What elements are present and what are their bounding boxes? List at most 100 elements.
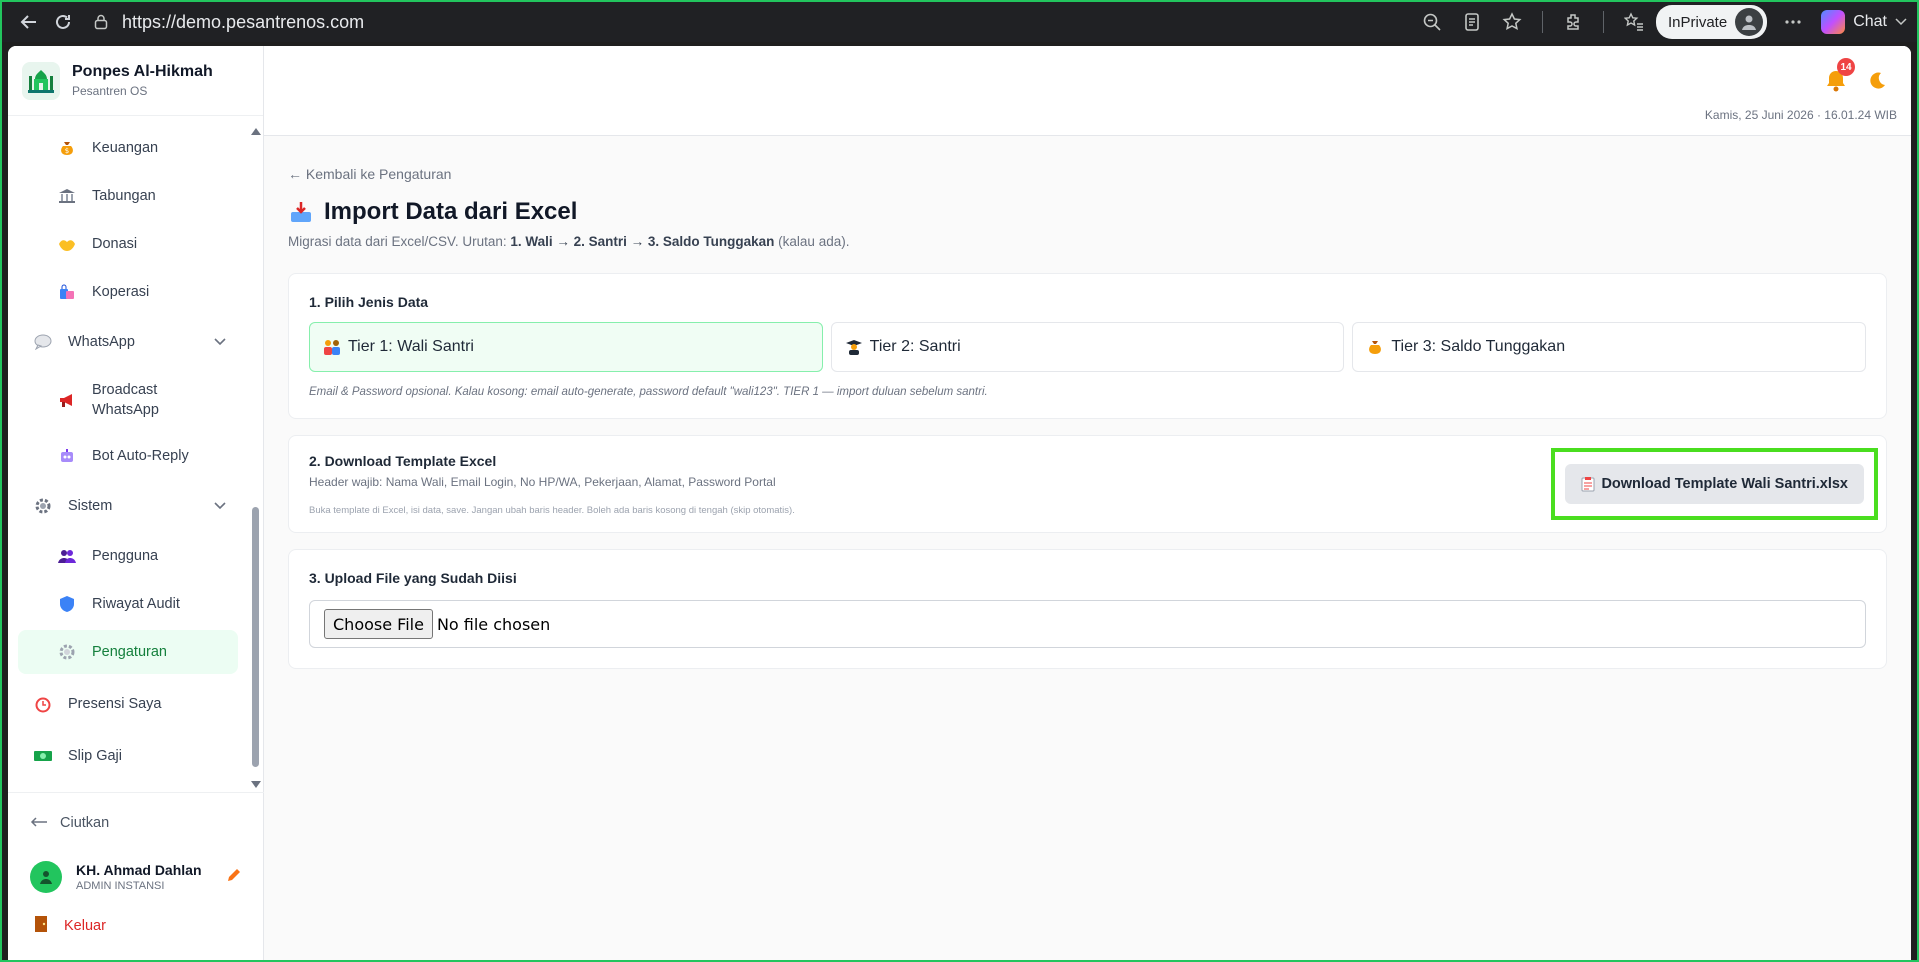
sidebar-item-label: Pengaturan [92,644,167,660]
door-icon [34,915,48,937]
step2-heading: 2. Download Template Excel [309,452,497,469]
family-icon [322,337,342,357]
tier-label: Tier 3: Saldo Tunggakan [1391,338,1566,355]
user-profile[interactable]: KH. Ahmad Dahlan ADMIN INSTANSI [8,853,264,901]
megaphone-icon [56,389,78,411]
main-content: 14 Kamis, 25 Juni 2026 · 16.01.24 WIB ← … [264,46,1911,960]
sidebar-item-label: Bot Auto-Reply [92,448,189,464]
step1-card: 1. Pilih Jenis Data Tier 1: Wali Santri … [288,273,1887,419]
user-role: ADMIN INSTANSI [76,880,165,892]
subtitle-suffix: (kalau ada). [774,234,850,249]
notification-bell-icon[interactable]: 14 [1821,58,1855,96]
sidebar-item-keuangan[interactable]: $ Keuangan [8,124,248,172]
avatar [30,861,62,893]
sidebar-group-sistem[interactable]: Sistem [8,480,248,532]
sidebar-item-koperasi[interactable]: Koperasi [8,268,248,316]
reader-icon[interactable] [1458,8,1486,36]
sidebar-item-broadcast-whatsapp[interactable]: Broadcast WhatsApp [8,368,248,432]
step2-card: 2. Download Template Excel Header wajib:… [288,435,1887,533]
back-link[interactable]: ← Kembali ke Pengaturan [288,166,1887,182]
refresh-icon[interactable] [46,5,80,39]
bank-icon [56,185,78,207]
chevron-down-icon [1895,13,1907,31]
robot-icon [56,445,78,467]
zoom-icon[interactable] [1418,8,1446,36]
tier-label: Tier 1: Wali Santri [348,338,474,355]
address-bar[interactable]: https://demo.pesantrenos.com [90,6,1418,38]
gear-icon [32,495,54,517]
scroll-down-icon[interactable] [251,781,261,788]
mosque-logo-icon [22,61,60,100]
browser-toolbar: https://demo.pesantrenos.com InPrivate C… [2,2,1917,42]
topbar: 14 Kamis, 25 Juni 2026 · 16.01.24 WIB [264,46,1911,136]
collapse-label: Ciutkan [60,815,110,831]
url-text: https://demo.pesantrenos.com [122,11,365,32]
sidebar-item-pengguna[interactable]: Pengguna [8,532,248,580]
subtitle-prefix: Migrasi data dari Excel/CSV. Urutan: [288,234,511,249]
sidebar-scrollbar[interactable] [250,124,261,792]
chevron-down-icon [214,334,226,350]
chat-label: Chat [1853,13,1887,30]
step3-card: 3. Upload File yang Sudah Diisi Choose F… [288,549,1887,669]
shield-icon [56,593,78,615]
sidebar-item-label: Riwayat Audit [92,596,180,612]
download-template-button[interactable]: Download Template Wali Santri.xlsx [1565,464,1864,504]
sidebar-item-label: Keuangan [92,140,159,156]
page-header: Import Data dari Excel [288,198,1887,226]
inprivate-badge[interactable]: InPrivate [1656,5,1768,39]
speech-bubble-icon [32,331,54,353]
subtitle-order: 1. Wali → 2. Santri → 3. Saldo Tunggakan [510,234,775,249]
sidebar-item-label: Donasi [92,236,138,252]
pencil-edit-icon[interactable] [226,867,242,888]
tier-2-option[interactable]: Tier 2: Santri [830,322,1345,372]
required-headers-text: Header wajib: Nama Wali, Email Login, No… [309,474,776,489]
sidebar-item-label: Slip Gaji [68,748,122,764]
back-arrow-icon[interactable] [12,5,46,39]
step1-note: Email & Password opsional. Kalau kosong:… [309,386,988,398]
alarm-clock-icon [32,693,54,715]
user-name: KH. Ahmad Dahlan [76,862,202,878]
brand-header[interactable]: Ponpes Al-Hikmah Pesantren OS [8,46,263,116]
choose-file-button[interactable]: Choose File [324,609,433,639]
banknote-icon [32,745,54,767]
sidebar-item-bot-auto-reply[interactable]: Bot Auto-Reply [8,432,248,480]
profile-avatar-icon [1735,8,1764,36]
step1-heading: 1. Pilih Jenis Data [309,294,429,310]
download-button-label: Download Template Wali Santri.xlsx [1601,476,1848,492]
logout-button[interactable]: Keluar [8,901,264,951]
collapse-sidebar-button[interactable]: Ciutkan [8,793,264,853]
sidebar-item-label: WhatsApp [68,334,135,350]
download-highlight: Download Template Wali Santri.xlsx [1551,448,1878,520]
sidebar-item-donasi[interactable]: Donasi [8,220,248,268]
favorites-list-icon[interactable] [1620,8,1648,36]
extensions-icon[interactable] [1559,8,1587,36]
sidebar-item-pengaturan[interactable]: Pengaturan [18,630,238,674]
favorite-star-icon[interactable] [1498,8,1526,36]
sidebar-item-tabungan[interactable]: Tabungan [8,172,248,220]
page-subtitle: Migrasi data dari Excel/CSV. Urutan: 1. … [288,234,1887,249]
tier-3-option[interactable]: Tier 3: Saldo Tunggakan [1352,322,1867,372]
copilot-chat-button[interactable]: Chat [1821,10,1907,34]
copilot-icon [1821,10,1846,34]
sidebar: Ponpes Al-Hikmah Pesantren OS $ Keuangan… [8,46,264,960]
template-hint: Buka template di Excel, isi data, save. … [309,504,795,516]
sidebar-item-presensi-saya[interactable]: Presensi Saya [8,678,248,730]
sidebar-item-slip-gaji[interactable]: Slip Gaji [8,730,248,782]
users-icon [56,545,78,567]
scrollbar-thumb[interactable] [252,507,259,767]
sidebar-item-label: Sistem [68,498,113,514]
more-menu-icon[interactable] [1779,8,1807,36]
sidebar-item-label: Tabungan [92,188,156,204]
sidebar-group-whatsapp[interactable]: WhatsApp [8,316,248,368]
money-bag-icon [1365,337,1385,357]
lock-icon [90,11,112,33]
app-container: Ponpes Al-Hikmah Pesantren OS $ Keuangan… [8,46,1911,960]
scroll-up-icon[interactable] [251,128,261,135]
file-upload-input[interactable]: Choose File No file chosen [309,600,1866,648]
hands-icon [56,233,78,255]
tier-1-option[interactable]: Tier 1: Wali Santri [309,322,823,372]
sidebar-item-riwayat-audit[interactable]: Riwayat Audit [8,580,248,628]
datetime-text: Kamis, 25 Juni 2026 · 16.01.24 WIB [1704,108,1897,122]
moon-icon[interactable] [1863,66,1891,96]
sidebar-menu: $ Keuangan Tabungan Donasi Koperasi What… [8,124,248,792]
